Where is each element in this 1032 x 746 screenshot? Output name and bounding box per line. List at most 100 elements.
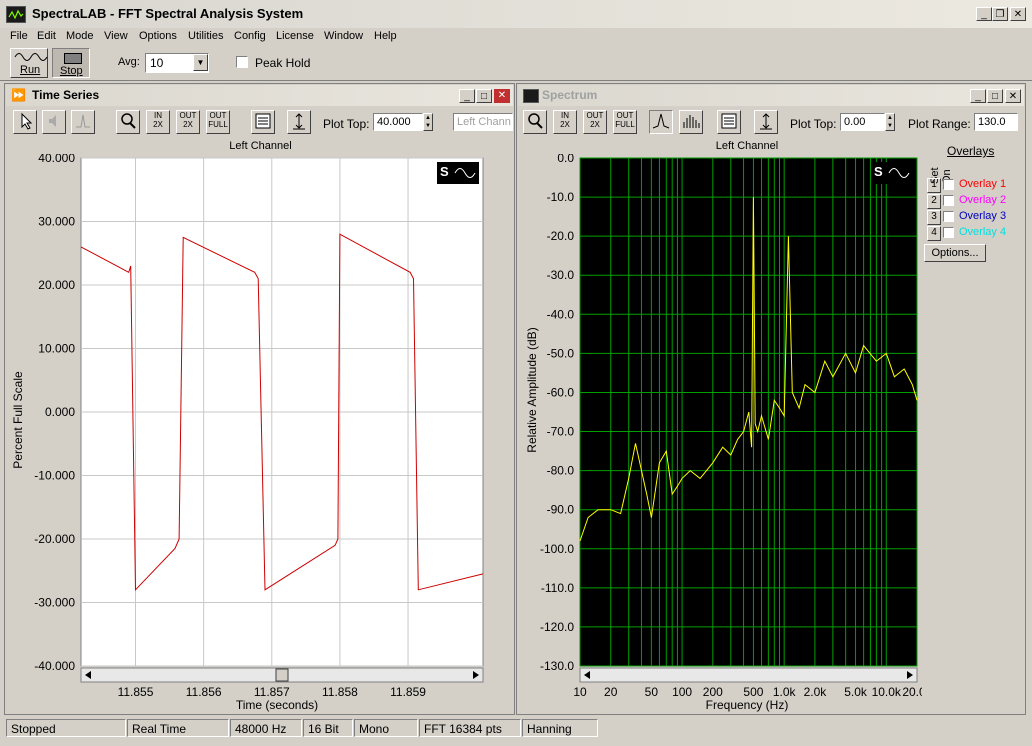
menu-window[interactable]: Window (324, 27, 363, 45)
chevron-down-icon[interactable]: ▼ (193, 54, 208, 71)
run-button[interactable]: Run (10, 48, 48, 78)
overlay-on-checkbox[interactable] (943, 179, 954, 190)
ts-y-tick-label: 10.000 (38, 342, 75, 356)
sp-zoom-full-button[interactable]: OUT FULL (613, 110, 637, 134)
ts-close-button[interactable]: ✕ (494, 89, 510, 103)
ts-x-tick-label: 11.859 (390, 685, 426, 699)
overlay-list: 1 Overlay 1 2 Overlay 2 3 Overlay 3 4 Overla… (927, 178, 1023, 242)
sp-zoom-button[interactable] (523, 110, 547, 134)
scope-icon: S (871, 162, 913, 184)
zoom-full-button[interactable]: OUT FULL (206, 110, 230, 134)
avg-select[interactable]: 10 ▼ (145, 53, 209, 73)
sp-y-tick-label: 0.0 (557, 154, 574, 165)
sp-plot-properties-button[interactable] (717, 110, 741, 134)
properties-icon (255, 113, 271, 129)
overlay-on-checkbox[interactable] (943, 211, 954, 222)
sp-y-tick-label: -60.0 (547, 385, 575, 399)
stop-button[interactable]: Stop (52, 48, 90, 78)
ts-y-tick-label: -30.000 (34, 596, 75, 610)
sp-maximize-button[interactable]: □ (987, 89, 1003, 103)
overlay-set-button[interactable]: 1 (927, 178, 941, 193)
status-bar: Stopped Real Time 48000 Hz 16 Bit Mono F… (0, 717, 1032, 739)
sp-close-button[interactable]: ✕ (1005, 89, 1021, 103)
peak-tool-button[interactable] (71, 110, 95, 134)
app-logo-icon (6, 6, 26, 23)
sp-scale-button[interactable] (754, 110, 778, 134)
sp-y-tick-label: -80.0 (547, 464, 575, 478)
overlay-on-checkbox[interactable] (943, 195, 954, 206)
overlay-name: Overlay 1 (959, 178, 1007, 190)
close-button[interactable]: ✕ (1010, 7, 1026, 21)
line-mode-button[interactable] (649, 110, 673, 134)
overlay-options-button[interactable]: Options... (924, 244, 986, 262)
zoom-out-2x-button[interactable]: OUT 2X (176, 110, 200, 134)
overlay-set-button[interactable]: 3 (927, 210, 941, 225)
ts-y-tick-label: 0.000 (45, 405, 75, 419)
overlay-name: Overlay 3 (959, 210, 1007, 222)
zoom-in-2x-button[interactable]: IN 2X (146, 110, 170, 134)
menu-config[interactable]: Config (234, 27, 266, 45)
menu-view[interactable]: View (104, 27, 128, 45)
overlay-set-button[interactable]: 2 (927, 194, 941, 209)
peak-hold-checkbox[interactable] (236, 56, 248, 68)
speaker-icon (49, 115, 56, 127)
stop-icon (64, 53, 82, 64)
overlay-name: Overlay 2 (959, 194, 1007, 206)
sp-y-tick-label: -40.0 (547, 307, 575, 321)
menu-help[interactable]: Help (374, 27, 397, 45)
overlays-label: Overlays (947, 144, 995, 158)
zoom-full-icon: OUT FULL (615, 111, 635, 129)
ts-x-tick-label: 11.858 (322, 685, 358, 699)
sp-x-tick-label: 1.0k (773, 685, 797, 699)
menu-utilities[interactable]: Utilities (188, 27, 223, 45)
sp-plot-top-label: Plot Top: (790, 117, 837, 131)
pointer-tool-button[interactable] (13, 110, 37, 134)
menu-file[interactable]: File (10, 27, 28, 45)
plot-properties-button[interactable] (251, 110, 275, 134)
ts-channel-select[interactable]: Left Chann (453, 113, 513, 131)
plot-range-input[interactable]: 130.0 (974, 113, 1018, 131)
ts-maximize-button[interactable]: □ (476, 89, 492, 103)
sp-plot-top-spinner[interactable]: ▲ ▼ (885, 113, 895, 131)
bar-mode-button[interactable] (679, 110, 703, 134)
sp-y-tick-label: -70.0 (547, 425, 575, 439)
ts-plot-top-spinner[interactable]: ▲ ▼ (423, 113, 433, 131)
restore-button[interactable]: ❐ (992, 7, 1008, 21)
svg-text:S: S (440, 164, 449, 179)
zoom-button[interactable] (116, 110, 140, 134)
menu-edit[interactable]: Edit (37, 27, 56, 45)
sp-y-tick-label: -90.0 (547, 503, 575, 517)
sp-y-tick-label: -10.0 (547, 190, 575, 204)
ts-y-tick-label: 40.000 (38, 154, 75, 165)
ts-minimize-button[interactable]: _ (459, 89, 475, 103)
menu-license[interactable]: License (276, 27, 314, 45)
avg-label: Avg: (118, 56, 140, 68)
sp-x-tick-label: 50 (645, 685, 659, 699)
ts-scroll-thumb (275, 668, 289, 682)
sp-plot-top-input[interactable]: 0.00 (840, 113, 885, 131)
sp-y-tick-label: -20.0 (547, 229, 575, 243)
overlay-on-checkbox[interactable] (943, 227, 954, 238)
ts-x-tick-label: 11.857 (254, 685, 290, 699)
sp-zoom-out-2x-button[interactable]: OUT 2X (583, 110, 607, 134)
ts-x-tick-label: 11.856 (186, 685, 222, 699)
sp-zoom-in-2x-button[interactable]: IN 2X (553, 110, 577, 134)
menu-bar: File Edit Mode View Options Utilities Co… (0, 27, 1032, 45)
sp-y-tick-label: -30.0 (547, 268, 575, 282)
menu-options[interactable]: Options (139, 27, 177, 45)
zoom-in-icon: IN 2X (153, 111, 163, 129)
ts-y-tick-label: 20.000 (38, 278, 75, 292)
menu-mode[interactable]: Mode (66, 27, 94, 45)
scale-button[interactable] (287, 110, 311, 134)
sp-y-tick-label: -50.0 (547, 346, 575, 360)
overlay-set-button[interactable]: 4 (927, 226, 941, 241)
audio-tool-button[interactable] (42, 110, 66, 134)
minimize-button[interactable]: _ (976, 7, 992, 21)
status-bits: 16 Bit (303, 719, 353, 737)
zoom-in-icon: IN 2X (560, 111, 570, 129)
peak-icon (76, 114, 90, 128)
ts-plot-top-input[interactable]: 40.000 (373, 113, 423, 131)
sp-minimize-button[interactable]: _ (970, 89, 986, 103)
plot-range-label: Plot Range: (908, 117, 971, 131)
status-fft-size: FFT 16384 pts (419, 719, 521, 737)
